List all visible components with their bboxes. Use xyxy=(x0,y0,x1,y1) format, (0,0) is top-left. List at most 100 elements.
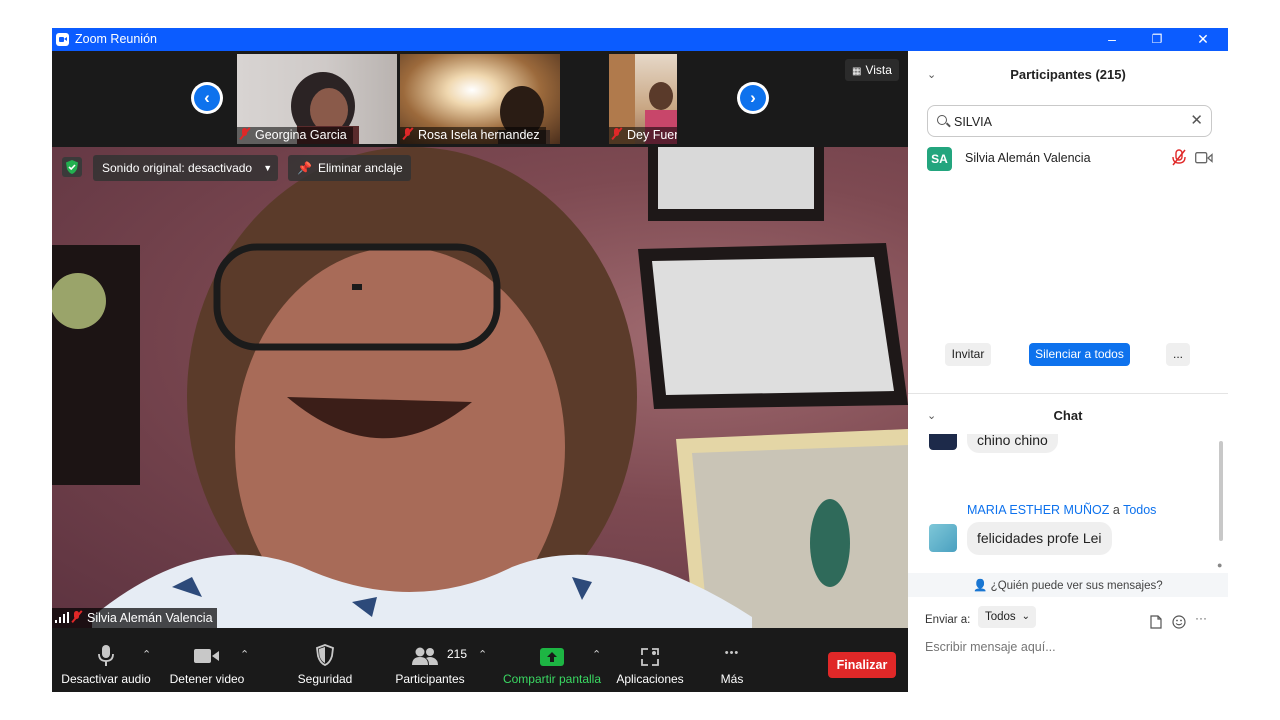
unpin-button[interactable]: 📌 Eliminar anclaje xyxy=(288,155,411,181)
share-screen-icon xyxy=(540,648,564,666)
chat-connector: a xyxy=(1112,503,1120,517)
participants-more-button[interactable]: ... xyxy=(1166,343,1190,366)
audio-options-caret[interactable]: ⌃ xyxy=(142,648,151,661)
chat-scrollbar[interactable] xyxy=(1219,441,1223,541)
mic-muted-icon xyxy=(403,128,412,140)
chat-messages: chino chino MARIA ESTHER MUÑOZ a Todos f… xyxy=(908,434,1228,574)
participant-thumb[interactable]: Dey Fuentes xyxy=(609,54,677,144)
participants-options-caret[interactable]: ⌃ xyxy=(478,648,487,661)
mic-muted-icon xyxy=(612,128,621,140)
thumbnail-strip: ‹ Georgina Garcia Rosa Isela hernandez D… xyxy=(52,51,908,147)
end-meeting-button[interactable]: Finalizar xyxy=(828,652,896,678)
share-screen-button[interactable]: Compartir pantalla xyxy=(500,628,604,692)
mute-all-button[interactable]: Silenciar a todos xyxy=(1029,343,1130,366)
participants-label: Participantes xyxy=(395,672,465,686)
panel-divider xyxy=(908,393,1228,394)
pin-icon: 📌 xyxy=(297,161,312,175)
zoom-window: Zoom Reunión – ❐ ✕ ‹ Georgina Garcia Ros… xyxy=(52,28,1228,692)
prev-page-button[interactable]: ‹ xyxy=(191,82,223,114)
avatar xyxy=(929,524,957,552)
minimize-button[interactable]: – xyxy=(1089,28,1135,51)
emoji-icon[interactable] xyxy=(1172,615,1186,629)
participant-name: Rosa Isela hernandez xyxy=(418,128,540,142)
speaker-name: Silvia Alemán Valencia xyxy=(87,611,213,625)
stop-video-label: Detener video xyxy=(169,672,245,686)
video-options-caret[interactable]: ⌃ xyxy=(240,648,249,661)
chat-message: chino chino xyxy=(967,434,1058,453)
participant-thumb-label: Georgina Garcia xyxy=(237,127,353,144)
mic-muted-icon[interactable] xyxy=(1171,149,1187,167)
mic-muted-icon xyxy=(72,611,81,623)
participants-icon xyxy=(412,647,438,665)
invite-button[interactable]: Invitar xyxy=(945,343,991,366)
chat-sender[interactable]: MARIA ESTHER MUÑOZ xyxy=(967,503,1109,517)
participant-thumb[interactable]: Rosa Isela hernandez xyxy=(400,54,560,144)
send-to-value: Todos xyxy=(985,611,1016,623)
avatar xyxy=(929,434,957,450)
participant-name: Dey Fuentes xyxy=(627,128,677,142)
security-label: Seguridad xyxy=(297,672,353,686)
visibility-note[interactable]: 👤 ¿Quién puede ver sus mensajes? xyxy=(908,578,1228,592)
grid-icon: ▦ xyxy=(852,66,862,77)
participant-search-box: ✕ xyxy=(927,105,1212,137)
close-window-button[interactable]: ✕ xyxy=(1180,28,1226,51)
participant-thumb-label: Rosa Isela hernandez xyxy=(400,127,546,144)
stop-video-button[interactable]: Detener video xyxy=(164,628,250,692)
participant-name: Georgina Garcia xyxy=(255,128,347,142)
camera-icon xyxy=(194,649,219,663)
share-screen-label: Compartir pantalla xyxy=(502,672,602,686)
chat-recipient[interactable]: Todos xyxy=(1123,503,1156,517)
participant-row[interactable]: SA Silvia Alemán Valencia xyxy=(927,146,1217,172)
more-icon: ••• xyxy=(724,647,740,659)
chevron-down-icon: ⌄ xyxy=(1021,611,1030,622)
participants-header: ⌄ Participantes (215) xyxy=(908,51,1228,97)
chat-more-icon[interactable]: ··· xyxy=(1195,611,1207,625)
view-button[interactable]: ▦ Vista xyxy=(845,59,899,81)
meeting-toolbar: Desactivar audio ⌃ Detener video ⌃ Segur… xyxy=(52,628,908,692)
search-icon xyxy=(937,115,947,125)
chevron-down-icon[interactable]: ▼ xyxy=(263,155,272,181)
apps-icon xyxy=(641,648,659,666)
encryption-shield-button[interactable] xyxy=(62,157,82,177)
side-panel: ⌄ Participantes (215) ✕ SA Silvia Alemán… xyxy=(908,51,1228,692)
original-sound-toggle[interactable]: Sonido original: desactivado ▼ xyxy=(93,155,279,181)
shield-icon xyxy=(66,160,78,174)
apps-button[interactable]: Aplicaciones xyxy=(614,628,686,692)
participant-name: Silvia Alemán Valencia xyxy=(965,151,1091,165)
view-label: Vista xyxy=(865,63,892,77)
chat-title: Chat xyxy=(1053,408,1083,423)
chat-sender-line: MARIA ESTHER MUÑOZ a Todos xyxy=(967,503,1156,517)
chevron-left-icon: ‹ xyxy=(194,85,220,111)
chat-message-input[interactable] xyxy=(925,637,1215,657)
mute-audio-label: Desactivar audio xyxy=(61,672,151,686)
participant-search-input[interactable] xyxy=(954,112,1184,132)
mic-muted-icon xyxy=(240,128,249,140)
visibility-note-bar: 👤 ¿Quién puede ver sus mensajes? xyxy=(908,573,1228,597)
visibility-note-text: ¿Quién puede ver sus mensajes? xyxy=(990,580,1163,592)
zoom-logo-icon xyxy=(56,33,69,46)
chat-message: felicidades profe Lei xyxy=(967,522,1112,555)
participants-count: 215 xyxy=(447,647,468,661)
restore-button[interactable]: ❐ xyxy=(1134,28,1180,51)
clear-search-button[interactable]: ✕ xyxy=(1190,111,1203,129)
signal-icon xyxy=(55,612,69,623)
share-options-caret[interactable]: ⌃ xyxy=(592,648,601,661)
next-page-button[interactable]: › xyxy=(737,82,769,114)
participants-button[interactable]: 215 Participantes xyxy=(390,628,470,692)
scroll-down-icon[interactable]: ● xyxy=(1217,560,1222,570)
speaker-video-frame xyxy=(52,147,908,628)
window-title: Zoom Reunión xyxy=(75,32,157,46)
participant-thumb[interactable]: Georgina Garcia xyxy=(237,54,397,144)
video-off-icon[interactable] xyxy=(1195,152,1213,164)
active-speaker-video: Sonido original: desactivado ▼ 📌 Eliminar… xyxy=(52,147,908,628)
security-shield-icon xyxy=(316,644,334,666)
participant-thumb-label: Dey Fuentes xyxy=(609,127,677,144)
file-icon[interactable] xyxy=(1150,615,1162,629)
speaker-name-label: Silvia Alemán Valencia xyxy=(52,608,217,628)
send-to-dropdown[interactable]: Todos ⌄ xyxy=(978,606,1036,628)
security-button[interactable]: Seguridad xyxy=(288,628,362,692)
mute-audio-button[interactable]: Desactivar audio xyxy=(58,628,154,692)
more-button[interactable]: ••• Más xyxy=(704,628,760,692)
title-bar: Zoom Reunión – ❐ ✕ xyxy=(52,28,1228,51)
unpin-label: Eliminar anclaje xyxy=(317,161,403,175)
